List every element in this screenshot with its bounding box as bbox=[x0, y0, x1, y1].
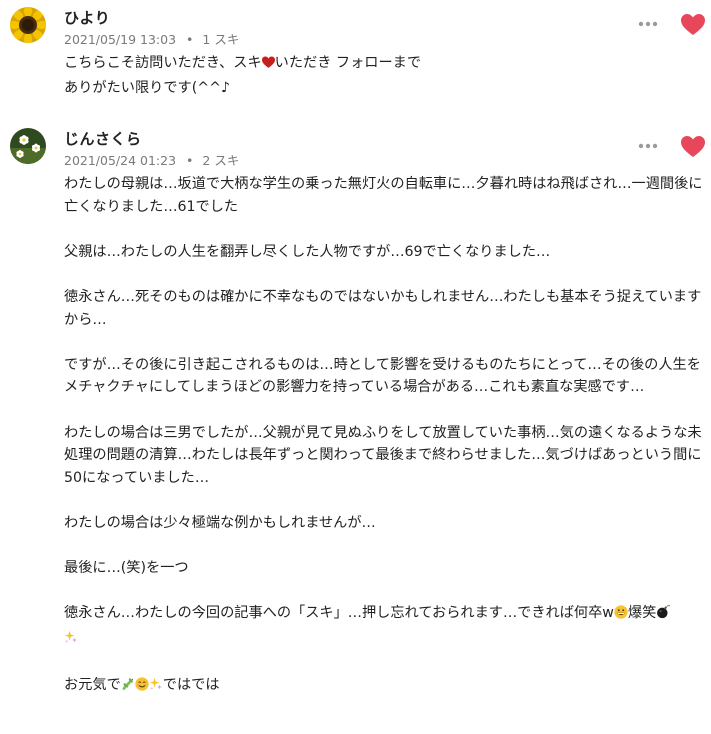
comment-meta: 2021/05/24 01:23 • 2 スキ bbox=[64, 150, 239, 169]
comment-line: こちらこそ訪問いただき、スキ いただき フォローまで bbox=[64, 52, 704, 77]
flower-avatar-icon bbox=[10, 128, 46, 164]
more-options-icon[interactable] bbox=[637, 138, 659, 154]
heart-liked-icon[interactable] bbox=[681, 136, 705, 158]
comment-date: 2021/05/19 13:03 bbox=[64, 32, 177, 47]
sunflower-avatar[interactable] bbox=[10, 7, 46, 43]
comment-body: こちらこそ訪問いただき、スキ いただき フォローまで ありがたい限りです(^^♪ bbox=[64, 52, 704, 99]
sunflower-avatar-icon bbox=[10, 7, 46, 43]
comment-paragraph: 最後に…(笑)を一つ bbox=[64, 560, 189, 577]
comment-paragraph: 徳永さん…死そのものは確かに不幸なものではないかもしれません…わたしも基本そう捉… bbox=[64, 288, 702, 328]
red-heart-emoji bbox=[261, 54, 275, 77]
meta-separator: • bbox=[186, 153, 194, 168]
flower-avatar[interactable] bbox=[10, 128, 46, 164]
comment-paragraph: わたしの場合は三男でしたが…父親が見て見ぬふりをして放置していた事柄…気の遠くな… bbox=[64, 424, 702, 486]
grinning-face-emoji bbox=[614, 604, 628, 627]
more-options-icon[interactable] bbox=[637, 16, 659, 32]
comment-paragraph: ですが…その後に引き起こされるものは…時として影響を受けるものたちにとって…その… bbox=[64, 356, 701, 396]
herb-emoji bbox=[121, 676, 135, 699]
like-count[interactable]: 1 スキ bbox=[202, 32, 239, 47]
comment-text: お元気で bbox=[64, 677, 121, 694]
comment-meta: 2021/05/19 13:03 • 1 スキ bbox=[64, 29, 239, 48]
comment-paragraph: 徳永さん…わたしの今回の記事への「スキ」…押し忘れておられます…できれば何卒w 爆… bbox=[64, 602, 704, 651]
comment-paragraph: わたしの母親は…坂道で大柄な学生の乗った無灯火の自転車に…夕暮れ時はね飛ばされ…… bbox=[64, 176, 703, 215]
comment-text: ではでは bbox=[162, 677, 220, 694]
comment-body: わたしの母親は…坂道で大柄な学生の乗った無灯火の自転車に…夕暮れ時はね飛ばされ…… bbox=[64, 173, 704, 699]
heart-liked-icon[interactable] bbox=[681, 14, 705, 36]
comment-text: 徳永さん…わたしの今回の記事への「スキ」…押し忘れておられます…できれば何卒w bbox=[64, 605, 614, 622]
comment-text: いただき フォローまで bbox=[274, 55, 422, 71]
comment-paragraph: 父親は…わたしの人生を翻弄し尽くした人物ですが…69で亡くなりました… bbox=[64, 243, 551, 260]
comment-author[interactable]: じんさくら bbox=[64, 128, 142, 149]
bomb-emoji bbox=[656, 604, 671, 627]
comment-author[interactable]: ひより bbox=[64, 7, 110, 28]
like-count[interactable]: 2 スキ bbox=[202, 153, 239, 168]
comment-paragraph: わたしの場合は少々極端な例かもしれませんが… bbox=[64, 514, 376, 531]
sparkles-emoji bbox=[64, 629, 78, 652]
meta-separator: • bbox=[186, 32, 194, 47]
comment-text: 爆笑 bbox=[627, 605, 657, 622]
sparkles-emoji bbox=[149, 676, 163, 699]
comment-paragraph: お元気で ではでは bbox=[64, 674, 704, 699]
comment-line: ありがたい限りです(^^♪ bbox=[64, 79, 231, 96]
comment-text: こちらこそ訪問いただき、スキ bbox=[64, 55, 262, 71]
smiling-face-emoji bbox=[135, 676, 149, 699]
comment-date: 2021/05/24 01:23 bbox=[64, 153, 177, 168]
